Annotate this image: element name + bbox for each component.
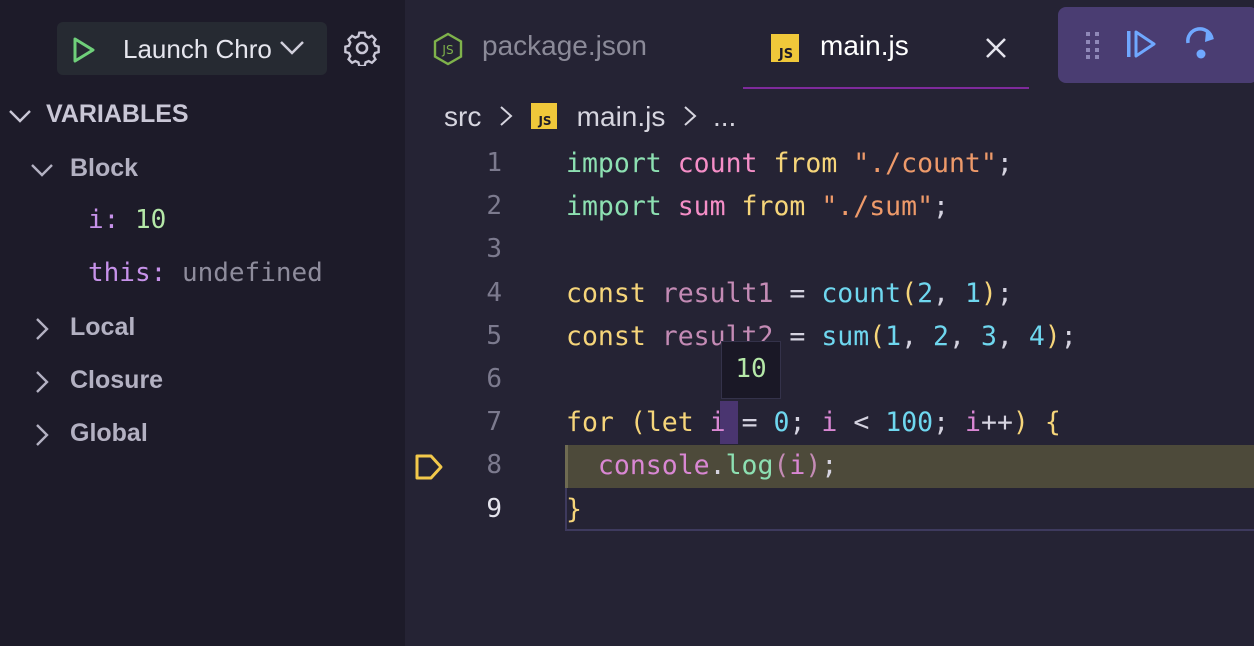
svg-text:JS: JS <box>778 47 793 62</box>
chevron-down-icon <box>9 110 31 123</box>
tab-package-json[interactable]: JS package.json <box>430 0 730 88</box>
line-9-border <box>565 488 1254 531</box>
code-line-5[interactable]: const result2 = sum(1, 2, 3, 4); <box>566 315 1077 358</box>
chevron-right-icon <box>684 106 697 126</box>
code-line-2[interactable]: import sum from "./sum"; <box>566 185 949 228</box>
continue-icon[interactable] <box>1124 27 1158 61</box>
tab-main-js[interactable]: JS main.js <box>743 0 1029 88</box>
play-icon[interactable] <box>71 36 97 64</box>
variable-value: 10 <box>134 205 167 235</box>
breadcrumb-file[interactable]: main.js <box>577 101 666 132</box>
code-line-7[interactable]: for (let i = 0; i < 100; i++) { <box>566 401 1061 444</box>
variable-name: i: <box>88 205 120 235</box>
line-number: 3 <box>486 234 502 264</box>
breadcrumb-folder[interactable]: src <box>444 101 481 132</box>
line-number: 2 <box>486 191 502 221</box>
line-number: 9 <box>486 494 502 524</box>
launch-config-label: Launch Chrome <box>123 34 273 64</box>
close-icon[interactable] <box>985 37 1007 59</box>
tab-label: package.json <box>482 30 648 61</box>
code-line-9[interactable]: } <box>566 488 582 531</box>
scope-label: Global <box>70 419 148 447</box>
launch-config-select[interactable]: Launch Chrome <box>57 22 327 75</box>
variables-title: VARIABLES <box>46 100 189 128</box>
chevron-right-icon <box>500 106 513 126</box>
code-line-8[interactable]: console.log(i); <box>566 444 837 487</box>
svg-text:JS: JS <box>537 114 551 128</box>
js-icon: JS <box>530 103 557 129</box>
step-over-icon[interactable] <box>1184 25 1218 61</box>
chevron-down-icon[interactable] <box>279 38 305 58</box>
line-number: 8 <box>486 450 502 480</box>
chevron-right-icon <box>36 424 49 446</box>
line-number: 1 <box>486 148 502 178</box>
chevron-right-icon <box>36 371 49 393</box>
breakpoint-current-icon[interactable] <box>414 453 444 481</box>
code-line-4[interactable]: const result1 = count(2, 1); <box>566 272 1013 315</box>
line-number: 5 <box>486 321 502 351</box>
debug-sidebar: Launch Chrome VARIABLES Block i: 10 this… <box>0 0 405 646</box>
scope-label: Block <box>70 154 139 182</box>
variable-name: this: <box>88 258 167 288</box>
nodejs-icon: JS <box>433 32 463 66</box>
line-number: 7 <box>486 407 502 437</box>
scope-label: Local <box>70 313 136 341</box>
hover-value-tooltip: 10 <box>721 341 781 399</box>
tab-label: main.js <box>820 30 909 61</box>
variable-value: undefined <box>181 258 323 288</box>
svg-text:JS: JS <box>441 43 453 57</box>
scope-label: Closure <box>70 366 164 394</box>
breadcrumb-more[interactable]: ... <box>713 101 736 132</box>
active-tab-indicator <box>743 87 1029 89</box>
variable-this[interactable]: this: undefined <box>88 258 323 288</box>
breadcrumb: src JS main.js ... <box>444 100 736 133</box>
gear-icon[interactable] <box>344 30 380 66</box>
hover-value: 10 <box>735 354 767 384</box>
drag-handle-icon[interactable] <box>1085 31 1101 59</box>
line-number: 6 <box>486 364 502 394</box>
chevron-down-icon <box>31 164 53 177</box>
line-number: 4 <box>486 278 502 308</box>
debug-toolbar <box>1058 7 1254 83</box>
js-icon: JS <box>771 34 799 62</box>
code-line-1[interactable]: import count from "./count"; <box>566 142 1013 185</box>
variable-i[interactable]: i: 10 <box>88 205 166 235</box>
chevron-right-icon <box>36 318 49 340</box>
